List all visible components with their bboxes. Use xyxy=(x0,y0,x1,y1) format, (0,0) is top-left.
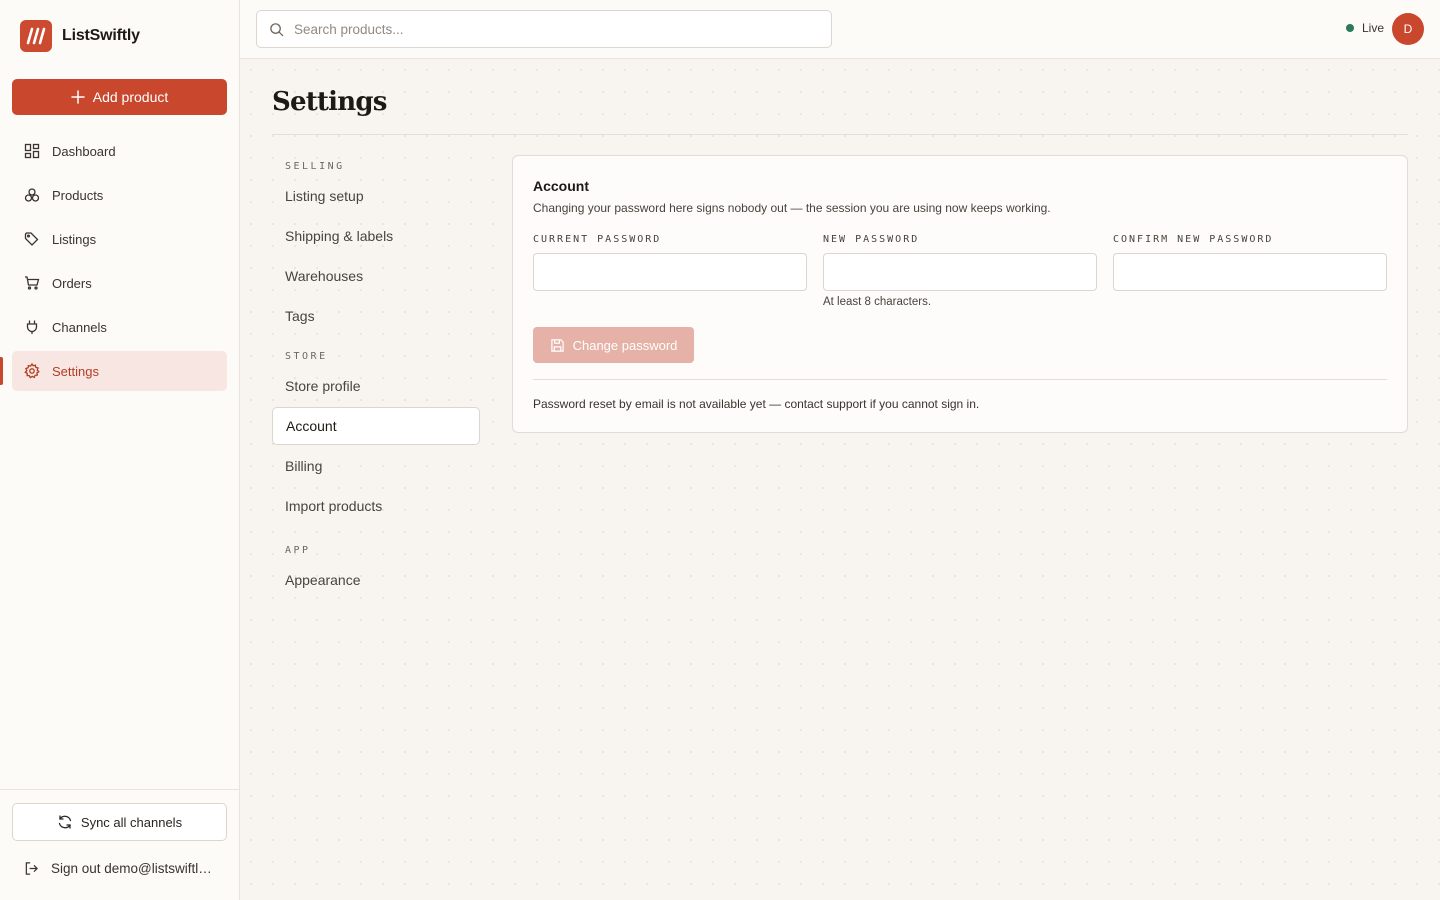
change-password-button[interactable]: Change password xyxy=(533,327,694,363)
subnav-item-import-products[interactable]: Import products xyxy=(272,487,480,525)
nav-item-dashboard[interactable]: Dashboard xyxy=(12,131,227,171)
main-content: Settings SELLING Listing setup Shipping … xyxy=(240,59,1440,900)
sign-out-icon xyxy=(25,862,38,875)
subnav-item-shipping-labels[interactable]: Shipping & labels xyxy=(272,217,480,255)
active-indicator xyxy=(0,357,3,385)
nav-label: Dashboard xyxy=(52,143,116,159)
subnav-item-account[interactable]: Account xyxy=(272,407,480,445)
main-nav: Dashboard Products Listings Orders Chann… xyxy=(0,131,227,395)
brand-name: ListSwiftly xyxy=(62,27,140,44)
confirm-password-field: CONFIRM NEW PASSWORD xyxy=(1113,234,1387,291)
subnav-group-selling: SELLING xyxy=(285,160,345,172)
brand[interactable]: ListSwiftly xyxy=(20,20,140,52)
status-label: Live xyxy=(1361,21,1384,35)
subnav-item-billing[interactable]: Billing xyxy=(272,447,480,485)
status-dot-icon xyxy=(1345,24,1354,32)
sidebar: ListSwiftly Add product Dashboard Produc… xyxy=(0,0,240,900)
current-password-input[interactable] xyxy=(533,253,807,291)
change-password-label: Change password xyxy=(572,337,678,353)
title-divider xyxy=(272,134,1408,135)
card-description: Changing your password here signs nobody… xyxy=(533,201,1051,215)
nav-label: Products xyxy=(52,187,104,203)
subnav-item-tags[interactable]: Tags xyxy=(272,297,480,335)
search-box[interactable] xyxy=(256,10,832,48)
live-status: Live xyxy=(1345,21,1384,35)
sync-all-channels-button[interactable]: Sync all channels xyxy=(12,803,227,841)
search-input[interactable] xyxy=(294,21,831,37)
subnav-item-store-profile[interactable]: Store profile xyxy=(272,367,480,405)
field-label: CURRENT PASSWORD xyxy=(533,234,662,245)
search-icon xyxy=(270,22,284,36)
gear-icon xyxy=(24,363,40,379)
sidebar-footer: Sync all channels Sign out demo@listswif… xyxy=(0,789,240,900)
products-icon xyxy=(24,187,40,203)
nav-item-listings[interactable]: Listings xyxy=(12,219,227,259)
nav-label: Listings xyxy=(52,231,97,247)
card-divider xyxy=(533,379,1387,380)
nav-label: Settings xyxy=(52,363,99,379)
add-product-label: Add product xyxy=(92,89,169,105)
sign-out-button[interactable]: Sign out demo@listswiftly.com xyxy=(24,861,224,876)
add-product-button[interactable]: Add product xyxy=(12,79,227,115)
nav-item-orders[interactable]: Orders xyxy=(12,263,227,303)
page-title: Settings xyxy=(272,87,387,117)
card-title: Account xyxy=(533,178,589,194)
nav-label: Orders xyxy=(52,275,92,291)
card-footer-note: Password reset by email is not available… xyxy=(533,397,980,411)
nav-item-channels[interactable]: Channels xyxy=(12,307,227,347)
cart-icon xyxy=(24,275,40,291)
new-password-input[interactable] xyxy=(823,253,1097,291)
brand-logo-icon xyxy=(20,20,52,52)
topbar: Live D xyxy=(240,0,1440,59)
new-password-field: NEW PASSWORD At least 8 characters. xyxy=(823,234,1097,308)
current-password-field: CURRENT PASSWORD xyxy=(533,234,807,291)
field-label: NEW PASSWORD xyxy=(823,234,920,245)
subnav-item-warehouses[interactable]: Warehouses xyxy=(272,257,480,295)
nav-item-settings[interactable]: Settings xyxy=(0,351,227,391)
plug-icon xyxy=(24,319,40,335)
save-icon xyxy=(550,338,564,352)
subnav-group-store: STORE xyxy=(285,350,328,362)
sign-out-label: Sign out demo@listswiftly.com xyxy=(51,861,216,876)
confirm-password-input[interactable] xyxy=(1113,253,1387,291)
subnav-group-app: APP xyxy=(285,544,311,556)
nav-item-products[interactable]: Products xyxy=(12,175,227,215)
plus-icon xyxy=(71,90,85,104)
subnav-item-listing-setup[interactable]: Listing setup xyxy=(272,177,480,215)
refresh-icon xyxy=(58,815,72,829)
subnav-item-appearance[interactable]: Appearance xyxy=(272,561,480,599)
settings-subnav: SELLING Listing setup Shipping & labels … xyxy=(272,155,480,601)
avatar[interactable]: D xyxy=(1392,13,1424,45)
nav-label: Channels xyxy=(52,319,107,335)
account-card: Account Changing your password here sign… xyxy=(512,155,1408,433)
field-label: CONFIRM NEW PASSWORD xyxy=(1113,234,1274,245)
sync-label: Sync all channels xyxy=(80,814,183,830)
tag-icon xyxy=(24,231,40,247)
dashboard-icon xyxy=(24,143,40,159)
field-hint: At least 8 characters. xyxy=(823,296,932,308)
